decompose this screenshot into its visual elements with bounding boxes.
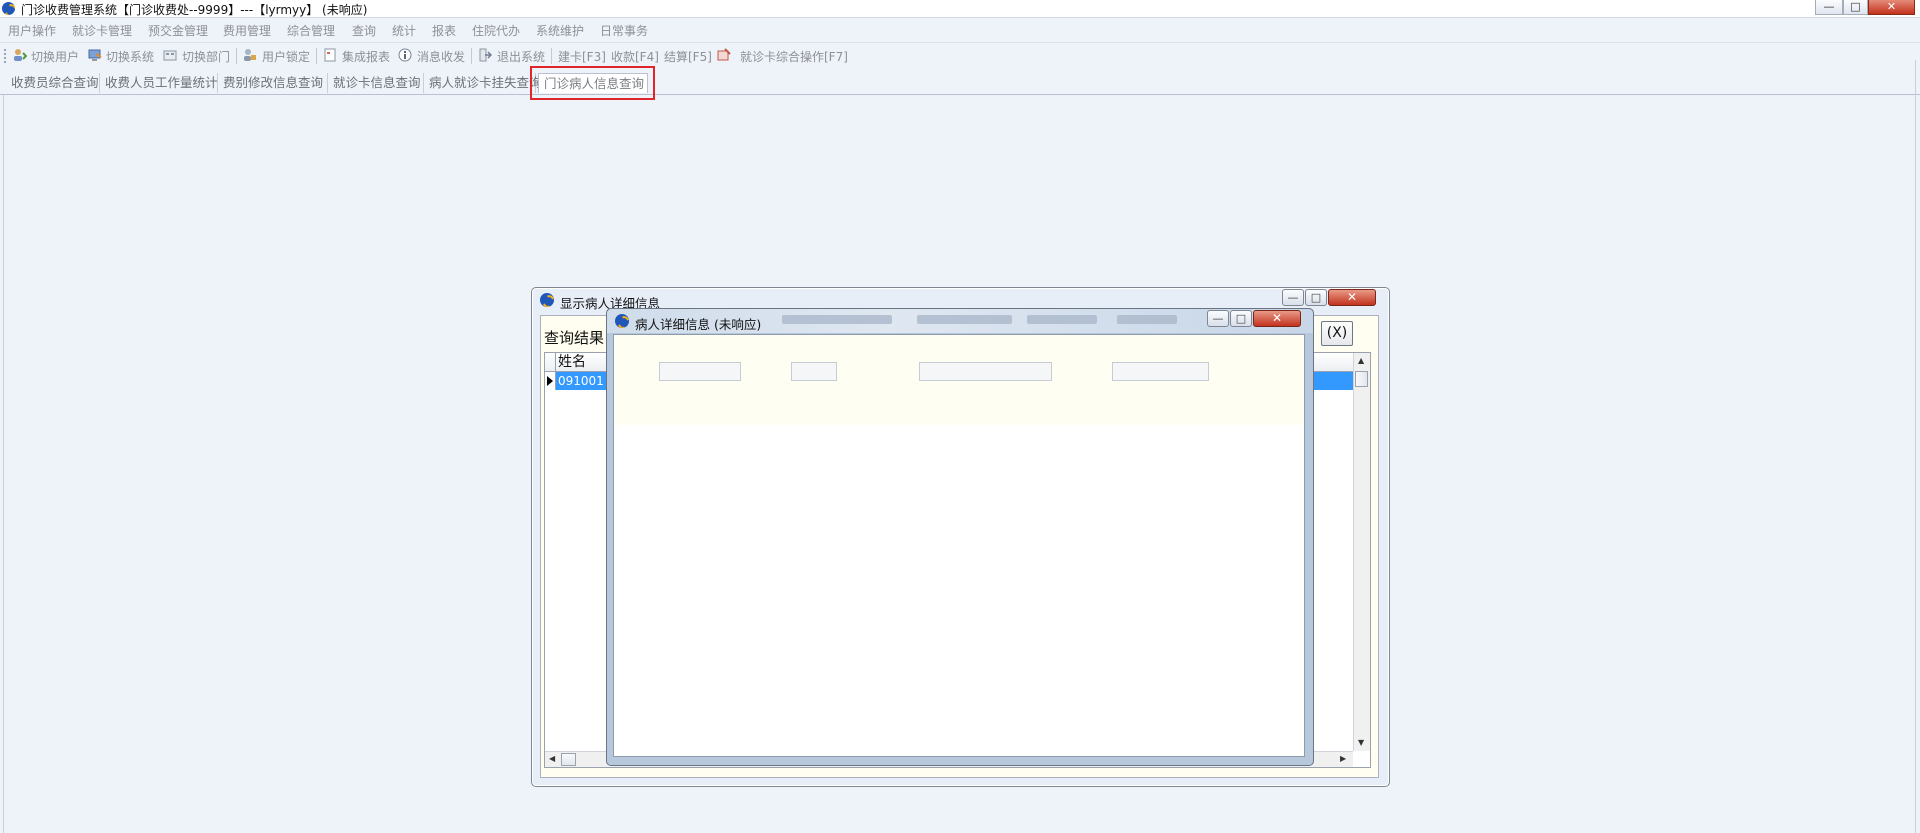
maximize-button[interactable]: □	[1843, 0, 1868, 15]
user-lock-icon	[244, 49, 256, 61]
toolbar-switch-department[interactable]: 切换部门	[182, 48, 230, 65]
tab-bar: 收费员综合查询 收费人员工作量统计 费别修改信息查询 就诊卡信息查询 病人就诊卡…	[0, 70, 1920, 95]
ghost-overlay	[917, 315, 1012, 324]
detail-form-area	[614, 335, 1304, 425]
ghost-overlay	[782, 315, 892, 324]
menu-statistics[interactable]: 统计	[392, 22, 416, 39]
toolbar-collect-payment[interactable]: 收款[F4]	[611, 48, 659, 65]
menu-fee-mgmt[interactable]: 费用管理	[223, 22, 271, 39]
tab-cashier-query[interactable]: 收费员综合查询	[6, 73, 100, 93]
scroll-down-icon[interactable]: ▼	[1358, 738, 1364, 747]
hscroll-thumb[interactable]	[561, 753, 576, 766]
scroll-right-icon[interactable]: ▶	[1340, 754, 1346, 763]
toolbar-separator	[316, 48, 317, 64]
grid-row-header-corner	[545, 353, 556, 371]
card-operation-icon	[717, 48, 731, 61]
menu-card-mgmt[interactable]: 就诊卡管理	[72, 22, 132, 39]
detail-field-2[interactable]	[791, 362, 837, 381]
content-border-left	[3, 95, 4, 833]
toolbar-create-card[interactable]: 建卡[F3]	[558, 48, 606, 65]
dialog-close-button[interactable]: ✕	[1328, 289, 1376, 306]
exit-x-button[interactable]: (X)	[1321, 321, 1353, 346]
menu-bar: 用户操作 就诊卡管理 预交金管理 费用管理 综合管理 查询 统计 报表 住院代办…	[0, 18, 1920, 40]
ghost-overlay	[1117, 315, 1177, 324]
menu-daily-affairs[interactable]: 日常事务	[600, 22, 648, 39]
detail-field-3[interactable]	[919, 362, 1052, 381]
toolbar-separator	[471, 48, 472, 64]
tab-fee-type-change-query[interactable]: 费别修改信息查询	[218, 73, 328, 93]
scroll-thumb[interactable]	[1355, 371, 1368, 387]
menu-general-mgmt[interactable]: 综合管理	[287, 22, 335, 39]
toolbar-exit[interactable]: 退出系统	[497, 48, 545, 65]
toolbar-switch-user[interactable]: 切换用户	[31, 48, 79, 65]
tab-card-info-query[interactable]: 就诊卡信息查询	[328, 73, 424, 93]
detail-field-1[interactable]	[659, 362, 741, 381]
table-cell-id[interactable]: 091001	[558, 374, 604, 388]
switch-system-icon	[88, 49, 102, 61]
toolbar-user-lock[interactable]: 用户锁定	[262, 48, 310, 65]
toolbar-switch-system[interactable]: 切换系统	[106, 48, 154, 65]
dialog-maximize-button[interactable]: □	[1305, 289, 1327, 306]
switch-user-icon	[14, 49, 27, 61]
patient-detail-dialog: 病人详细信息 (未响应) — □ ✕	[606, 308, 1314, 766]
detail-field-4[interactable]	[1112, 362, 1209, 381]
ghost-overlay	[1027, 315, 1097, 324]
toolbar-settle[interactable]: 结算[F5]	[664, 48, 712, 65]
integrated-report-icon	[324, 48, 336, 62]
switch-department-icon	[163, 50, 177, 61]
dialog-body	[613, 334, 1305, 757]
toolbar-grip[interactable]	[4, 49, 8, 63]
tab-card-loss-query[interactable]: 病人就诊卡挂失查询	[424, 73, 542, 93]
app-title: 门诊收费管理系统【门诊收费处--9999】---【lyrmyy】 (未响应)	[21, 3, 368, 17]
dialog-maximize-button[interactable]: □	[1230, 310, 1252, 327]
toolbar-integrated-report[interactable]: 集成报表	[342, 48, 390, 65]
content-border-right	[1915, 60, 1916, 833]
app-title-bar: 门诊收费管理系统【门诊收费处--9999】---【lyrmyy】 (未响应) —…	[0, 0, 1920, 18]
grid-vertical-scrollbar[interactable]: ▲ ▼	[1353, 353, 1370, 751]
dialog-logo-icon	[615, 314, 629, 328]
menu-system-maintenance[interactable]: 系统维护	[536, 22, 584, 39]
close-button[interactable]: ✕	[1868, 0, 1915, 15]
menu-user-ops[interactable]: 用户操作	[8, 22, 56, 39]
menu-prepay-mgmt[interactable]: 预交金管理	[148, 22, 208, 39]
tab-cashier-workload[interactable]: 收费人员工作量统计	[100, 73, 218, 93]
toolbar-message[interactable]: 消息收发	[417, 48, 465, 65]
dialog-minimize-button[interactable]: —	[1207, 310, 1229, 327]
menu-query[interactable]: 查询	[352, 22, 376, 39]
query-result-label: 查询结果	[544, 329, 605, 347]
dialog-close-button[interactable]: ✕	[1253, 310, 1301, 327]
column-header-name[interactable]: 姓名	[558, 353, 586, 371]
dialog-minimize-button[interactable]: —	[1282, 289, 1304, 306]
menu-inpatient-agent[interactable]: 住院代办	[472, 22, 520, 39]
scroll-up-icon[interactable]: ▲	[1358, 356, 1364, 365]
dialog-title: 病人详细信息 (未响应)	[635, 317, 762, 332]
toolbar-separator	[236, 48, 237, 64]
toolbar-separator	[551, 48, 552, 64]
annotation-highlight-box	[530, 66, 655, 100]
toolbar: 切换用户 切换系统 切换部门 用户锁定 集成报表 消息收发 退出系统 建卡[F3…	[0, 42, 1920, 69]
menu-reports[interactable]: 报表	[432, 22, 456, 39]
message-icon	[398, 48, 412, 62]
row-pointer-icon	[545, 372, 556, 390]
app-logo-icon	[2, 2, 15, 15]
minimize-button[interactable]: —	[1815, 0, 1843, 15]
dialog-logo-icon	[540, 293, 554, 307]
toolbar-card-operation[interactable]: 就诊卡综合操作[F7]	[740, 48, 848, 65]
exit-icon	[479, 48, 492, 62]
scroll-left-icon[interactable]: ◀	[549, 754, 555, 763]
